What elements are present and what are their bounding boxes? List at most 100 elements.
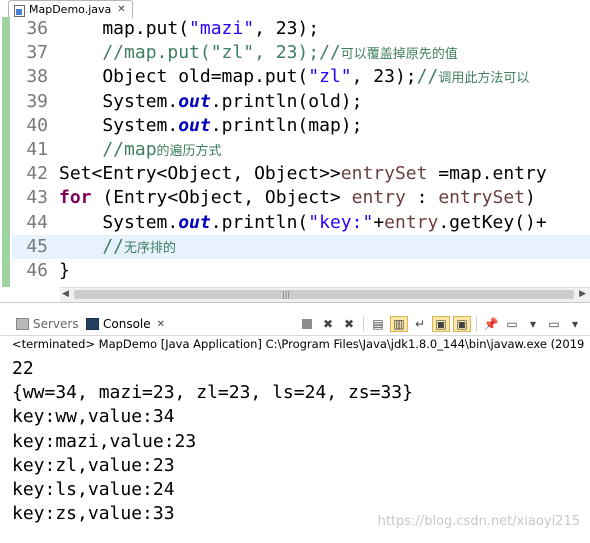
clear-console-icon[interactable]: ▤ <box>369 316 387 332</box>
code-line[interactable]: 46} <box>12 259 590 283</box>
code-token: "mazi" <box>189 18 255 39</box>
code-token: (Entry<Object, Object> <box>91 187 352 209</box>
chevron-down-icon[interactable]: ▾ <box>524 316 542 332</box>
line-number: 40 <box>26 114 48 136</box>
display-console-icon[interactable]: ▭ <box>503 316 521 332</box>
code-token: =map.entry <box>427 163 547 185</box>
code-line[interactable]: 38 Object old=map.put("zl", 23);//调用此方法可… <box>12 65 590 89</box>
code-text: Object old=map.put("zl", 23);//调用此方法可以 <box>59 65 529 91</box>
scroll-lock-icon[interactable]: ▥ <box>390 316 408 332</box>
code-token: entry <box>351 187 406 209</box>
stop-icon[interactable] <box>298 316 316 332</box>
line-number: 39 <box>26 90 48 112</box>
code-token: ) <box>525 187 536 209</box>
code-token: out <box>178 90 211 112</box>
code-token: //map.put("zl", 23);//可以覆盖掉原先的值 <box>59 42 458 64</box>
code-comment-text: 调用此方法可以 <box>438 71 530 87</box>
code-text: System.out.println(map); <box>59 114 362 138</box>
console-toolbar: ✖ ✖ ▤ ▥ ↵ ▣ ▣ 📌 ▭ ▾ ▭ ▾ <box>298 315 584 333</box>
horizontal-scrollbar[interactable]: ◀ ||| ▶ <box>60 287 590 302</box>
code-text: Set<Entry<Object, Object>>entrySet =map.… <box>59 162 547 186</box>
tab-servers[interactable]: Servers <box>16 315 79 333</box>
line-number: 37 <box>26 42 48 64</box>
line-number: 42 <box>26 163 48 185</box>
code-line[interactable]: 43 for (Entry<Object, Object> entry : ent… <box>12 186 590 210</box>
code-token: map.put( <box>59 18 190 39</box>
remove-all-terminated-icon[interactable]: ✖ <box>340 316 358 332</box>
console-status: <terminated> MapDemo [Java Application] … <box>12 337 585 351</box>
code-token: for <box>59 187 92 209</box>
console-output-line: 22 <box>12 358 34 379</box>
code-text: } <box>59 259 70 283</box>
change-marker <box>2 17 10 287</box>
code-line[interactable]: 41 //map的遍历方式 <box>12 138 590 162</box>
code-comment-text: 的遍历方式 <box>156 144 222 159</box>
code-token: + <box>373 211 385 233</box>
code-token: //无序排的 <box>59 235 177 257</box>
line-number: 41 <box>26 139 48 160</box>
console-output-line: key:zs,value:33 <box>12 503 175 525</box>
code-line[interactable]: 42 Set<Entry<Object, Object>>entrySet =ma… <box>12 162 590 186</box>
code-token: , 23); <box>254 18 320 39</box>
show-on-error-icon[interactable]: ▣ <box>453 316 471 332</box>
watermark: https://blog.csdn.net/xiaoyi215 <box>377 514 580 529</box>
open-console-icon[interactable]: ▭ <box>545 316 563 332</box>
editor-tab-mapdemo[interactable]: MapDemo.java ✕ <box>8 0 133 18</box>
console-output[interactable]: 22 {ww=34, mazi=23, zl=23, ls=24, zs=33} k… <box>12 357 413 526</box>
scroll-left-icon[interactable]: ◀ <box>62 289 69 299</box>
code-area[interactable]: 36 map.put("mazi", 23); 37 //map.put("zl"… <box>12 17 590 287</box>
grip-icon: ||| <box>282 290 291 299</box>
console-output-line: key:mazi,value:23 <box>12 430 197 452</box>
code-token: entrySet <box>438 187 526 209</box>
code-comment-text: 可以覆盖掉原先的值 <box>340 47 458 63</box>
code-token: //map的遍历方式 <box>59 139 222 160</box>
pin-console-icon[interactable]: 📌 <box>482 316 500 332</box>
line-number: 36 <box>26 18 48 39</box>
code-text: for (Entry<Object, Object> entry : entry… <box>59 186 536 210</box>
remove-launch-icon[interactable]: ✖ <box>319 316 337 332</box>
code-token: System. <box>59 114 179 136</box>
scroll-thumb[interactable]: ||| <box>74 290 574 299</box>
change-ruler <box>0 17 12 287</box>
line-number: 46 <box>26 260 48 281</box>
code-token: : <box>405 187 439 209</box>
console-output-line: key:ww,value:34 <box>12 406 175 428</box>
code-text: System.out.println("key:"+entry.getKey()… <box>59 211 546 235</box>
scroll-right-icon[interactable]: ▶ <box>579 289 586 299</box>
code-token: entry <box>384 211 439 233</box>
code-token: Set<Entry<Object, Object>> <box>59 163 341 185</box>
word-wrap-icon[interactable]: ↵ <box>411 316 429 332</box>
close-icon[interactable]: ✕ <box>117 4 125 15</box>
code-token: entrySet <box>340 163 428 185</box>
tab-console[interactable]: Console ✕ <box>86 315 165 333</box>
line-number: 44 <box>26 211 48 233</box>
code-line[interactable]: 37 //map.put("zl", 23);//可以覆盖掉原先的值 <box>12 41 590 65</box>
code-text: //无序排的 <box>59 235 176 261</box>
editor-panel: MapDemo.java ✕ 36 map.put("mazi", 23); 37… <box>0 0 590 303</box>
code-line[interactable]: 36 map.put("mazi", 23); <box>12 17 590 41</box>
code-line[interactable]: 39 System.out.println(old); <box>12 90 590 114</box>
code-text: System.out.println(old); <box>59 90 362 114</box>
toolbar-separator <box>476 317 477 331</box>
code-token: .println( <box>210 211 309 233</box>
console-tabbar: Servers Console ✕ ✖ ✖ ▤ ▥ ↵ ▣ ▣ 📌 ▭ ▾ ▭ … <box>0 311 590 336</box>
code-token: "key:" <box>308 211 374 233</box>
code-text: //map的遍历方式 <box>59 138 222 164</box>
close-icon[interactable]: ✕ <box>157 319 165 330</box>
tab-servers-label: Servers <box>33 317 79 331</box>
editor-tabbar: MapDemo.java ✕ <box>0 0 590 18</box>
code-text: //map.put("zl", 23);//可以覆盖掉原先的值 <box>59 41 458 67</box>
code-comment-text: 无序排的 <box>124 240 177 256</box>
code-line[interactable]: 44 System.out.println("key:"+entry.getKe… <box>12 211 590 235</box>
code-token: System. <box>59 211 179 233</box>
code-token: , 23); <box>351 66 417 88</box>
code-line[interactable]: 40 System.out.println(map); <box>12 114 590 138</box>
code-token: Object old=map.put( <box>59 66 309 88</box>
code-line[interactable]: 45 //无序排的 <box>12 234 590 261</box>
line-number: 45 <box>26 235 48 257</box>
servers-icon <box>16 318 29 330</box>
show-on-output-icon[interactable]: ▣ <box>432 316 450 332</box>
tab-console-label: Console <box>103 317 151 331</box>
view-menu-icon[interactable]: ▾ <box>566 316 584 332</box>
code-token: "zl" <box>308 66 352 88</box>
